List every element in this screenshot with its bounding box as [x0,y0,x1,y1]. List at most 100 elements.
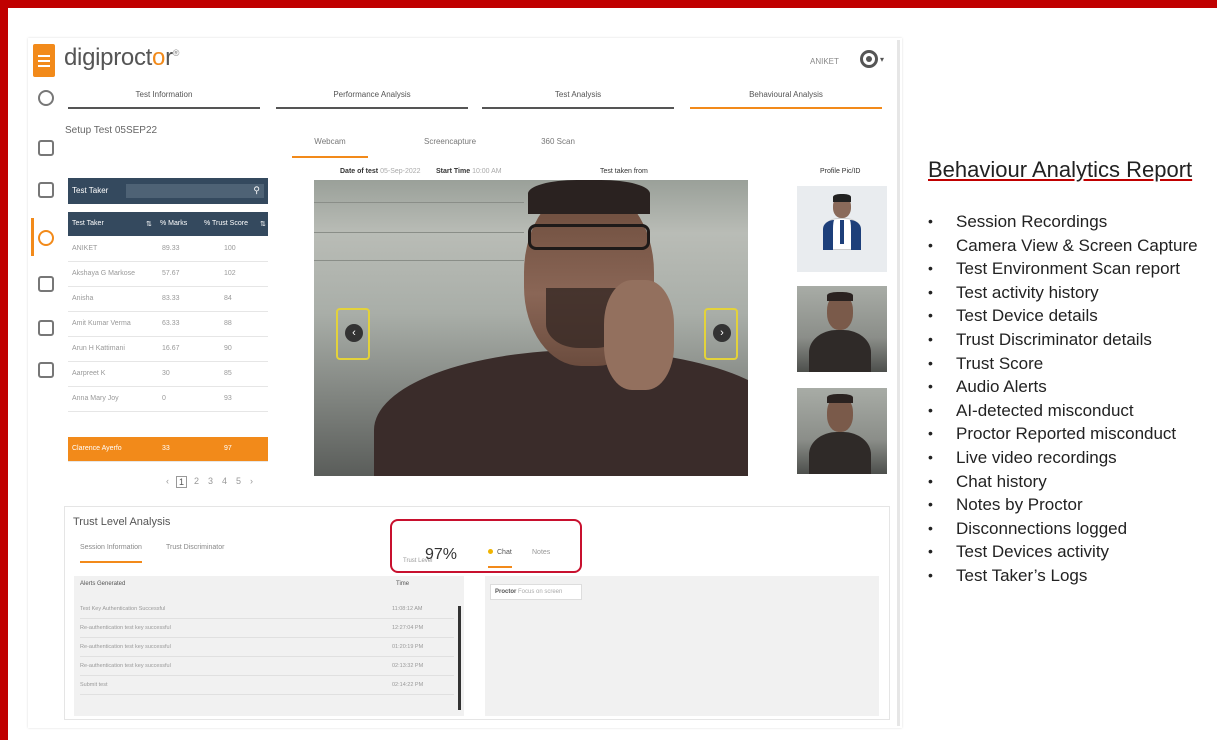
column-trust-score[interactable]: % Trust Score [204,220,248,227]
feature-item: Test Environment Scan report [928,257,1198,281]
cell-name: Arun H Kattimani [72,345,125,352]
feature-item: Notes by Proctor [928,493,1198,517]
tab-session-information[interactable]: Session Information [80,544,142,563]
user-avatar-icon[interactable] [860,50,878,68]
edit-icon[interactable] [38,182,54,198]
table-header: Test Taker ⇅ % Marks % Trust Score ⇅ [68,212,268,236]
alerts-scrollbar[interactable] [458,606,461,710]
user-name[interactable]: ANIKET [810,57,839,66]
feature-item: Camera View & Screen Capture [928,234,1198,258]
pagination-page-4[interactable]: 4 [222,476,227,486]
test-icon[interactable] [38,140,54,156]
trust-level-title: Trust Level Analysis [73,516,171,528]
tab-behavioural-analysis[interactable]: Behavioural Analysis [690,90,882,109]
feature-item: Test Devices activity [928,540,1198,564]
tab-webcam[interactable]: Webcam [292,137,368,158]
feature-item: AI-detected misconduct [928,399,1198,423]
login-icon[interactable] [38,320,54,336]
feature-item: Disconnections logged [928,517,1198,541]
cell-marks: 83.33 [162,295,180,302]
tab-trust-discriminator[interactable]: Trust Discriminator [166,544,224,561]
alert-text: Re-authentication test key successful [80,625,171,631]
tab-screencapture[interactable]: Screencapture [400,137,500,156]
chevron-down-icon[interactable]: ▾ [880,55,884,64]
feature-item: Test Taker’s Logs [928,564,1198,588]
id-tie [840,220,844,244]
chat-text: Focus on screen [518,589,563,595]
chat-sender: Proctor [495,589,517,595]
next-arrow-button[interactable]: › [704,308,738,360]
sort-icon[interactable]: ⇅ [260,220,266,228]
person-hair [528,180,650,214]
feature-item: Chat history [928,470,1198,494]
search-icon[interactable]: ⚲ [253,185,260,196]
table-row[interactable]: Amit Kumar Verma 63.33 88 [68,312,268,337]
table-row[interactable]: Arun H Kattimani 16.67 90 [68,337,268,362]
page-title: Setup Test 05SEP22 [65,125,158,136]
trust-level-highlight [390,519,582,573]
next-arrow-icon: › [713,324,731,342]
pagination-prev[interactable]: ‹ [166,476,169,486]
cell-trust: 93 [224,395,232,402]
tab-notes[interactable]: Notes [532,549,550,556]
profile-photo-2[interactable] [797,388,887,474]
table-row[interactable]: Akshaya G Markose 57.67 102 [68,262,268,287]
alert-text: Re-authentication test key successful [80,663,171,669]
profile-id-photo[interactable] [797,186,887,272]
pagination-page-1[interactable]: 1 [176,476,188,488]
person-glasses [528,224,650,250]
column-marks[interactable]: % Marks [160,220,187,227]
cell-trust: 88 [224,320,232,327]
alert-text: Test Key Authentication Successful [80,606,166,612]
logo: digiproctor® [64,44,180,71]
table-row[interactable]: Anna Mary Joy 0 93 [68,387,268,412]
alert-time: 02:14:22 PM [392,682,424,688]
tab-test-information[interactable]: Test Information [68,90,260,109]
page-scrollbar[interactable] [897,40,900,726]
cell-name: Amit Kumar Verma [72,320,131,327]
date-of-test: Date of test 05-Sep-2022 [340,168,421,175]
alert-time: 02:13:32 PM [392,663,424,669]
webcam-video[interactable]: ‹ › [314,180,748,476]
table-row[interactable]: ANIKET 89.33 100 [68,237,268,262]
profile-photo-1[interactable] [797,286,887,372]
feature-item: Test Device details [928,304,1198,328]
alert-row: Test Key Authentication Successful 11:08:… [80,600,454,619]
cell-trust: 90 [224,345,232,352]
profile-label: Profile Pic/ID [820,168,861,175]
tab-test-analysis[interactable]: Test Analysis [482,90,674,109]
test-taker-search-input[interactable]: ⚲ [126,184,264,198]
prev-arrow-button[interactable]: ‹ [336,308,370,360]
tab-360-scan[interactable]: 360 Scan [518,137,598,156]
cell-trust: 100 [224,245,236,252]
pagination-page-5[interactable]: 5 [236,476,241,486]
cell-marks: 57.67 [162,270,180,277]
cell-name: ANIKET [72,245,98,252]
column-alerts: Alerts Generated [80,581,126,587]
report-icon[interactable] [38,276,54,292]
analytics-icon[interactable] [38,230,54,246]
photo-hair [827,394,853,403]
table-row[interactable]: Aarpreet K 30 85 [68,362,268,387]
pagination-page-3[interactable]: 3 [208,476,213,486]
column-test-taker[interactable]: Test Taker [72,220,104,227]
menu-icon[interactable] [33,44,55,77]
dashboard-icon[interactable] [38,90,54,106]
report-title: Behaviour Analytics Report [928,157,1193,182]
table-row-selected[interactable]: Clarence Ayerfo 33 97 [68,437,268,462]
pagination-next[interactable]: › [250,476,253,486]
test-taken-from: Test taken from [600,168,648,175]
tab-chat[interactable]: Chat [488,549,512,568]
tab-performance-analysis[interactable]: Performance Analysis [276,90,468,109]
trust-level-value: 97% [425,546,458,563]
cell-marks: 89.33 [162,245,180,252]
person-shirt [374,350,748,476]
feature-item: Test activity history [928,281,1198,305]
ceiling-tile [314,232,524,233]
table-row[interactable]: Anisha 83.33 84 [68,287,268,312]
start-time: Start Time 10:00 AM [436,168,502,175]
calendar-icon[interactable] [38,362,54,378]
pagination-page-2[interactable]: 2 [194,476,199,486]
sort-icon[interactable]: ⇅ [146,220,152,228]
alert-row: Re-authentication test key successful 12:… [80,619,454,638]
